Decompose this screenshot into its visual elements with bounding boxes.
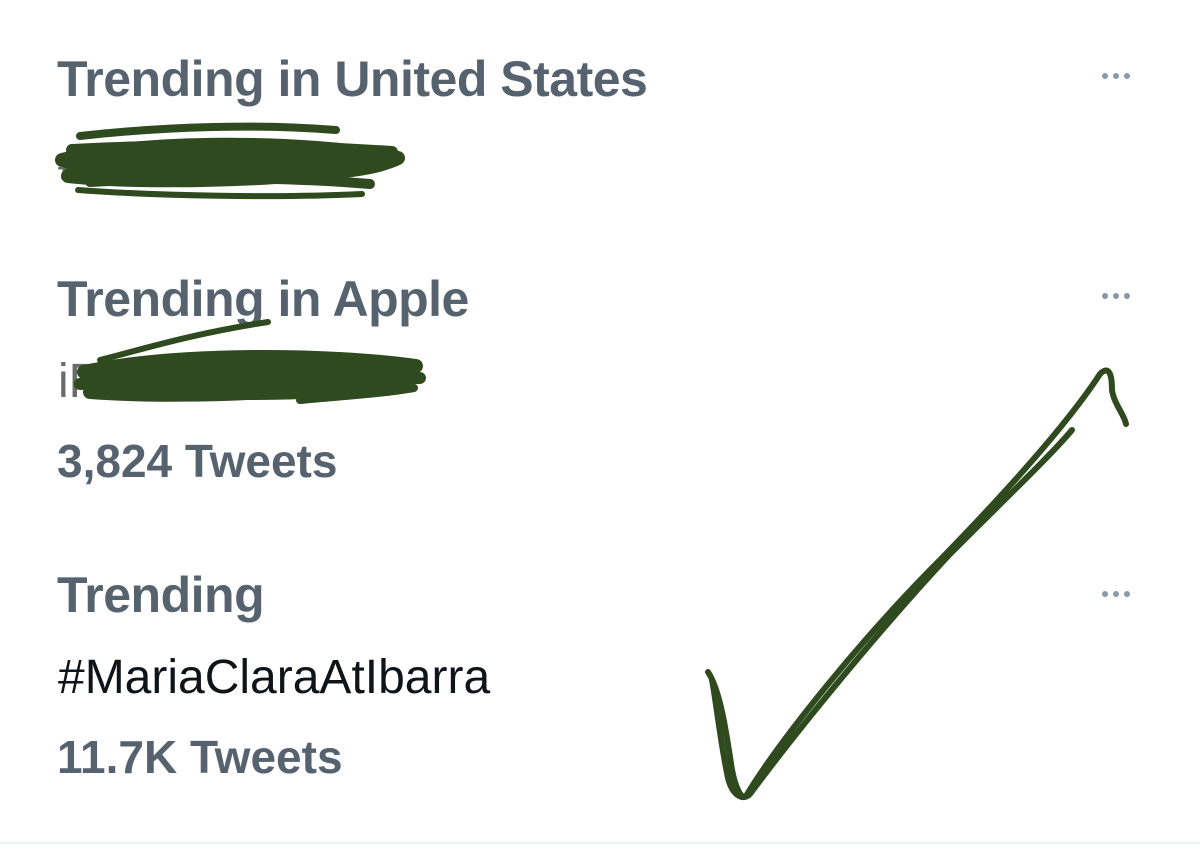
trend-item-apple[interactable]: Trending in Apple iPhone 15 3,824 Tweets xyxy=(0,230,1200,520)
trend-topic-redacted: #RHOM xyxy=(58,137,232,190)
trend-context: Trending in United States xyxy=(57,51,648,107)
more-horizontal-icon xyxy=(1113,73,1119,79)
trend-topic-redacted: iPhone 15 xyxy=(58,355,275,408)
list-divider xyxy=(0,842,1200,844)
more-horizontal-icon xyxy=(1113,293,1119,299)
trend-tweet-count: 11.7K Tweets xyxy=(57,731,343,783)
trend-tweet-count: 3,824 Tweets xyxy=(57,435,338,487)
more-horizontal-icon xyxy=(1124,73,1130,79)
more-options-button[interactable] xyxy=(1094,582,1138,606)
more-horizontal-icon xyxy=(1102,73,1108,79)
trend-context: Trending in Apple xyxy=(57,271,469,327)
trend-item-general[interactable]: Trending #MariaClaraAtIbarra 11.7K Tweet… xyxy=(0,520,1200,842)
more-horizontal-icon xyxy=(1124,591,1130,597)
more-horizontal-icon xyxy=(1102,293,1108,299)
trend-topic: #MariaClaraAtIbarra xyxy=(58,651,491,704)
more-options-button[interactable] xyxy=(1094,64,1138,88)
more-horizontal-icon xyxy=(1113,591,1119,597)
trend-item-united-states[interactable]: Trending in United States #RHOM xyxy=(0,0,1200,230)
more-horizontal-icon xyxy=(1102,591,1108,597)
more-options-button[interactable] xyxy=(1094,284,1138,308)
trend-context: Trending xyxy=(57,567,265,623)
more-horizontal-icon xyxy=(1124,293,1130,299)
